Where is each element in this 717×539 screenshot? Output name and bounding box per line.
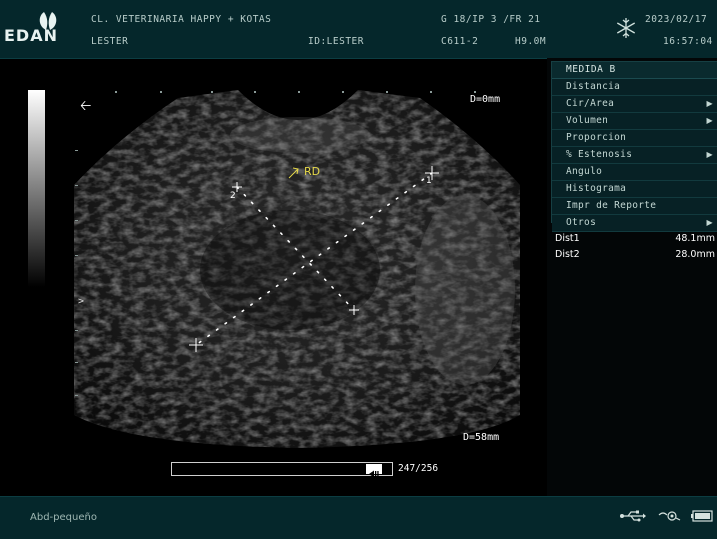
probe-icon — [658, 511, 681, 521]
menu-item-angulo[interactable]: Angulo — [552, 164, 717, 181]
usb-icon — [620, 510, 646, 522]
bottom-status-bar: Abd-pequeño — [0, 496, 717, 539]
caliper-2-label: 2 — [230, 191, 236, 201]
result-row-dist2: Dist2 28.0mm — [555, 249, 715, 260]
menu-item-distancia[interactable]: Distancia — [552, 79, 717, 96]
annotation-text: RD — [304, 165, 321, 178]
menu-item-label: Impr de Reporte — [566, 200, 657, 211]
menu-item-label: Distancia — [566, 81, 621, 92]
cine-rewind-icon — [369, 470, 379, 478]
cine-playhead[interactable] — [366, 464, 383, 478]
menu-item-label: % Estenosis — [566, 149, 633, 160]
menu-item-histograma[interactable]: Histograma — [552, 181, 717, 198]
exam-preset: Abd-pequeño — [30, 512, 97, 523]
result-value: 48.1mm — [675, 233, 715, 244]
submenu-arrow-icon: ▶ — [706, 150, 713, 159]
menu-item-otros[interactable]: Otros ▶ — [552, 215, 717, 232]
result-value: 28.0mm — [675, 249, 715, 260]
menu-item-label: Angulo — [566, 166, 603, 177]
menu-item-label: Proporcion — [566, 132, 627, 143]
menu-item-cir-area[interactable]: Cir/Area ▶ — [552, 96, 717, 113]
menu-item-impr-reporte[interactable]: Impr de Reporte — [552, 198, 717, 215]
measurement-menu: MEDIDA B Distancia Cir/Area ▶ Volumen ▶ Pr… — [551, 61, 717, 232]
menu-item-estenosis[interactable]: % Estenosis ▶ — [552, 147, 717, 164]
cine-frame-counter: 247/256 — [398, 463, 439, 474]
battery-icon — [691, 510, 713, 522]
cine-loop-slider[interactable] — [171, 462, 393, 478]
annotation-arrow-icon — [288, 167, 299, 179]
submenu-arrow-icon: ▶ — [706, 99, 713, 108]
menu-item-label: Otros — [566, 217, 597, 228]
result-label: Dist2 — [555, 249, 580, 260]
menu-item-label: Cir/Area — [566, 98, 615, 109]
menu-item-proporcion[interactable]: Proporcion — [552, 130, 717, 147]
menu-item-label: Histograma — [566, 183, 627, 194]
result-row-dist1: Dist1 48.1mm — [555, 233, 715, 244]
menu-item-label: Volumen — [566, 115, 609, 126]
menu-title: MEDIDA B — [552, 62, 717, 79]
submenu-arrow-icon: ▶ — [706, 218, 713, 227]
result-label: Dist1 — [555, 233, 580, 244]
submenu-arrow-icon: ▶ — [706, 116, 713, 125]
caliper-1-label: 1 — [426, 176, 432, 186]
menu-item-volumen[interactable]: Volumen ▶ — [552, 113, 717, 130]
distance-line-2 — [236, 186, 355, 311]
